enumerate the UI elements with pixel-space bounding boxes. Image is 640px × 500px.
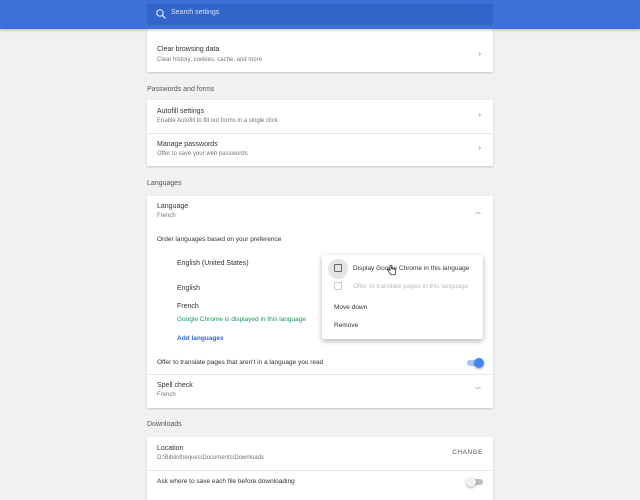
change-location-button[interactable]: CHANGE — [452, 449, 483, 456]
chevron-right-icon: › — [478, 51, 481, 58]
language-context-menu: Display Google Chrome in this language O… — [322, 255, 483, 339]
downloads-card: Location D:\Bibliothèques\Documents\Down… — [147, 437, 493, 500]
offer-translate-row: Offer to translate pages that aren't in … — [147, 352, 493, 374]
order-languages-label: Order languages based on your preference — [157, 236, 282, 243]
language-item-english-us: English (United States) — [177, 260, 249, 267]
offer-translate-label: Offer to translate pages that aren't in … — [157, 359, 324, 366]
manage-passwords-subtitle: Offer to save your web passwords — [157, 151, 248, 157]
ask-where-toggle[interactable] — [466, 477, 483, 487]
location-title: Location — [157, 445, 184, 452]
autofill-title: Autofill settings — [157, 108, 205, 115]
remove-item[interactable]: Remove — [334, 322, 358, 329]
spell-check-title: Spell check — [157, 382, 193, 389]
clear-browsing-data-row[interactable]: Clear browsing data Clear history, cooki… — [147, 40, 493, 72]
search-field[interactable]: Search settings — [147, 4, 493, 25]
display-language-note: Google Chrome is displayed in this langu… — [177, 316, 306, 323]
offer-translate-item: Offer to translate pages in this languag… — [353, 283, 469, 290]
ask-where-label: Ask where to save each file before downl… — [157, 478, 295, 485]
clear-browsing-data-title: Clear browsing data — [157, 46, 220, 53]
language-item-english: English — [177, 285, 200, 292]
top-bar: Search settings — [0, 0, 640, 29]
display-in-language-item[interactable]: Display Google Chrome in this language — [353, 265, 469, 272]
location-row: Location D:\Bibliothèques\Documents\Down… — [147, 437, 493, 470]
passwords-forms-heading: Passwords and forms — [147, 86, 215, 93]
language-title: Language — [157, 203, 189, 210]
hand-cursor-icon — [387, 265, 396, 276]
chevron-up-icon[interactable]: ︿ — [475, 207, 481, 216]
chevron-right-icon: › — [478, 145, 481, 152]
chevron-right-icon: › — [478, 112, 481, 119]
toggle-knob — [466, 477, 476, 487]
clear-browsing-data-subtitle: Clear history, cookies, cache, and more — [157, 57, 262, 63]
language-row[interactable]: Language French ︿ — [147, 196, 493, 226]
passwords-forms-card: Autofill settings Enable Autofill to fil… — [147, 100, 493, 166]
toggle-knob — [474, 358, 484, 368]
language-item-french: French — [177, 303, 199, 310]
spell-check-value: French — [157, 392, 176, 398]
autofill-subtitle: Enable Autofill to fill out forms in a s… — [157, 118, 278, 124]
offer-translate-toggle[interactable] — [467, 358, 484, 368]
languages-heading: Languages — [147, 180, 182, 187]
location-path: D:\Bibliothèques\Documents\Downloads — [157, 455, 265, 461]
search-icon — [156, 9, 166, 19]
add-languages-link[interactable]: Add languages — [177, 335, 224, 342]
ask-where-row: Ask where to save each file before downl… — [147, 470, 493, 496]
manage-passwords-title: Manage passwords — [157, 141, 218, 148]
move-down-item[interactable]: Move down — [334, 304, 367, 311]
search-input[interactable]: Search settings — [171, 9, 219, 16]
manage-passwords-row[interactable]: Manage passwords Offer to save your web … — [147, 133, 493, 166]
display-language-checkbox[interactable] — [334, 264, 342, 272]
autofill-settings-row[interactable]: Autofill settings Enable Autofill to fil… — [147, 100, 493, 133]
chevron-down-icon[interactable]: ﹀ — [475, 385, 481, 394]
spell-check-row[interactable]: Spell check French ﹀ — [147, 374, 493, 408]
offer-translate-checkbox — [334, 282, 342, 290]
downloads-heading: Downloads — [147, 421, 182, 428]
language-value: French — [157, 213, 176, 219]
